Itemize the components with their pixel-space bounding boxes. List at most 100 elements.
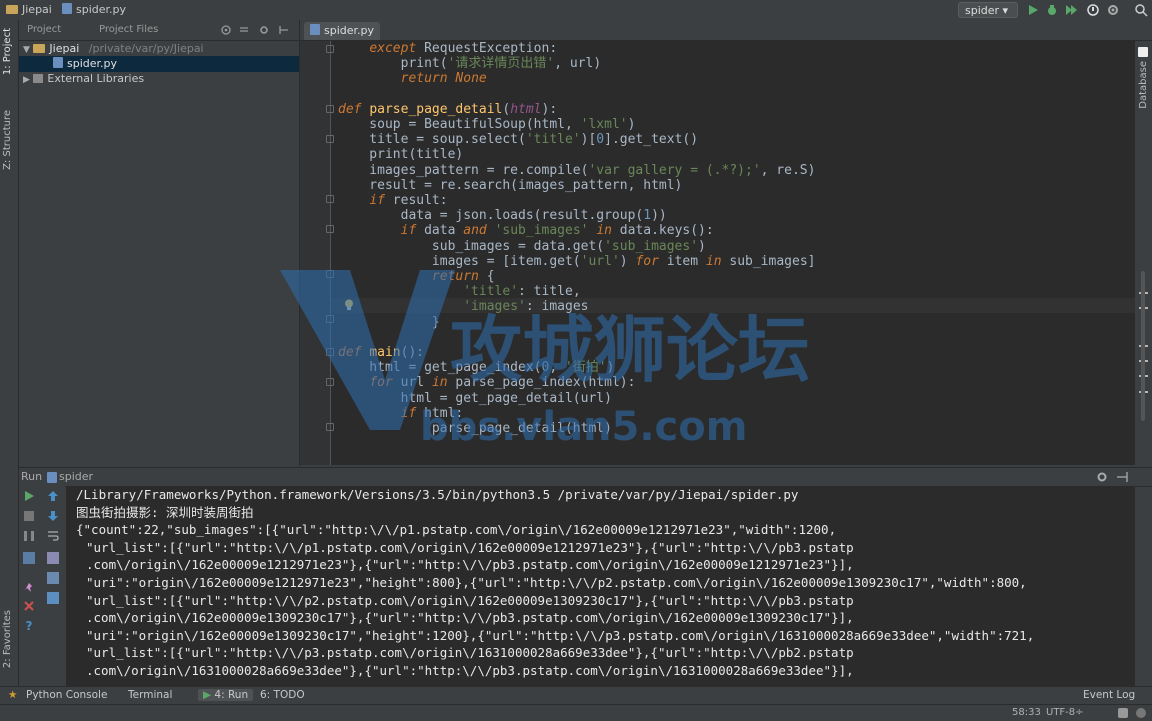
tab-project[interactable]: Project bbox=[27, 24, 61, 35]
caret-position[interactable]: 58:33 bbox=[1012, 707, 1041, 718]
tab-project-files[interactable]: Project Files bbox=[99, 24, 158, 35]
scroll-down-icon[interactable] bbox=[47, 510, 59, 522]
run-icon[interactable] bbox=[1026, 3, 1040, 17]
breadcrumb-project-label: Jiepai bbox=[22, 3, 52, 16]
fold-marker-icon[interactable] bbox=[326, 348, 334, 356]
rerun-icon[interactable] bbox=[23, 490, 35, 502]
lock-icon[interactable] bbox=[1118, 708, 1128, 718]
run-configuration-select[interactable]: spider ▾ bbox=[958, 2, 1018, 18]
code-line[interactable]: images = [item.get('url') for item in su… bbox=[338, 254, 816, 269]
code-line[interactable]: 'title': title, bbox=[338, 284, 580, 299]
code-line[interactable]: title = soup.select('title')[0].get_text… bbox=[338, 132, 698, 147]
code-line[interactable]: print(title) bbox=[338, 147, 463, 162]
code-line[interactable]: except RequestException: bbox=[338, 41, 557, 56]
pin-icon[interactable] bbox=[23, 582, 35, 594]
fold-marker-icon[interactable] bbox=[326, 378, 334, 386]
hide-panel-icon[interactable] bbox=[279, 25, 289, 35]
tree-item-project-root[interactable]: ▼ Jiepai /private/var/py/Jiepai bbox=[19, 41, 299, 57]
code-line[interactable]: if result: bbox=[338, 193, 447, 208]
console-line: .com\/origin\/162e00009e1212971e23"},{"u… bbox=[86, 557, 854, 573]
code-line[interactable]: return { bbox=[338, 269, 495, 284]
code-line[interactable]: def parse_page_detail(html): bbox=[338, 102, 557, 117]
code-line[interactable]: return None bbox=[338, 71, 487, 86]
code-line[interactable]: 'images': images bbox=[338, 299, 588, 314]
breadcrumb-file[interactable]: spider.py bbox=[62, 3, 126, 16]
file-encoding[interactable]: UTF-8÷ bbox=[1046, 707, 1084, 718]
collapse-all-icon[interactable] bbox=[239, 25, 249, 35]
database-tool-button[interactable]: Database bbox=[1138, 61, 1149, 109]
code-line[interactable]: images_pattern = re.compile('var gallery… bbox=[338, 163, 815, 178]
layout-icon[interactable] bbox=[23, 552, 35, 564]
soft-wrap-icon[interactable] bbox=[47, 530, 59, 542]
stop-icon[interactable] bbox=[24, 511, 34, 521]
terminal-button[interactable]: Terminal bbox=[128, 689, 172, 701]
favorites-tool-button[interactable]: 2: Favorites bbox=[2, 610, 13, 668]
help-icon[interactable]: ? bbox=[23, 620, 35, 632]
tree-item-external-libraries[interactable]: ▶ External Libraries bbox=[19, 71, 299, 87]
event-log-button[interactable]: Event Log bbox=[1083, 689, 1135, 701]
fold-marker-icon[interactable] bbox=[326, 423, 334, 431]
structure-tool-button[interactable]: Z: Structure bbox=[2, 110, 13, 170]
fold-marker-icon[interactable] bbox=[326, 225, 334, 233]
python-file-icon bbox=[62, 3, 72, 14]
hide-panel-icon[interactable] bbox=[1116, 471, 1128, 483]
fold-marker-icon[interactable] bbox=[326, 105, 334, 113]
gear-icon[interactable] bbox=[1096, 471, 1108, 483]
code-line[interactable]: html = get_page_detail(url) bbox=[338, 391, 612, 406]
code-editor[interactable]: except RequestException: print('请求详情页出错'… bbox=[300, 41, 1135, 465]
run-tool-button[interactable]: ▶ 4: Run bbox=[198, 689, 254, 701]
code-line[interactable]: print('请求详情页出错', url) bbox=[338, 56, 602, 71]
breadcrumb-project[interactable]: Jiepai bbox=[6, 3, 52, 16]
tree-root-name: Jiepai bbox=[49, 42, 80, 55]
run-panel-header: Run spider bbox=[19, 467, 1152, 487]
coverage-icon[interactable] bbox=[1064, 3, 1078, 17]
code-line[interactable]: parse_page_detail(html) bbox=[338, 421, 612, 436]
code-line[interactable]: soup = BeautifulSoup(html, 'lxml') bbox=[338, 117, 635, 132]
editor-tab-spider[interactable]: spider.py × bbox=[304, 22, 380, 55]
code-line[interactable]: sub_images = data.get('sub_images') bbox=[338, 239, 706, 254]
fold-marker-icon[interactable] bbox=[326, 45, 334, 53]
code-line[interactable]: for url in parse_page_index(html): bbox=[338, 375, 635, 390]
code-line[interactable]: if html: bbox=[338, 406, 464, 421]
todo-label: 6: TODO bbox=[260, 689, 305, 701]
fold-marker-icon[interactable] bbox=[326, 135, 334, 143]
code-line[interactable]: if data and 'sub_images' in data.keys(): bbox=[338, 223, 714, 238]
project-panel-tabs: Project Project Files bbox=[19, 20, 299, 41]
console-line: .com\/origin\/162e00009e1309230c17"},{"u… bbox=[86, 610, 854, 626]
editor-tab-label: spider.py bbox=[324, 24, 375, 37]
search-everywhere-icon[interactable] bbox=[1134, 3, 1148, 17]
python-console-label: Python Console bbox=[26, 689, 108, 701]
code-line[interactable]: html = get_page_index(0, '街拍') bbox=[338, 360, 614, 375]
tree-item-spider-file[interactable]: spider.py bbox=[19, 56, 299, 72]
scroll-up-icon[interactable] bbox=[47, 490, 59, 502]
fold-marker-icon[interactable] bbox=[326, 315, 334, 323]
settings-icon[interactable] bbox=[1106, 3, 1120, 17]
expand-arrow-icon[interactable]: ▼ bbox=[23, 45, 30, 55]
profile-icon[interactable] bbox=[1086, 3, 1100, 17]
hector-icon[interactable] bbox=[1136, 708, 1146, 718]
gear-icon[interactable] bbox=[259, 25, 269, 35]
code-line[interactable]: } bbox=[338, 315, 440, 330]
python-console-button[interactable]: Python Console bbox=[26, 689, 107, 701]
code-line[interactable]: def main(): bbox=[338, 345, 424, 360]
todo-button[interactable]: 6: TODO bbox=[260, 689, 305, 701]
pause-icon[interactable] bbox=[24, 531, 34, 541]
project-tool-button[interactable]: 1: Project bbox=[2, 28, 13, 75]
close-icon[interactable] bbox=[23, 600, 35, 612]
debug-icon[interactable] bbox=[1045, 3, 1059, 17]
run-console-output[interactable]: /Library/Frameworks/Python.framework/Ver… bbox=[66, 486, 1135, 686]
editor-scrollbar[interactable] bbox=[1141, 271, 1145, 421]
scroll-from-source-icon[interactable] bbox=[221, 25, 231, 35]
inspection-status-icon[interactable] bbox=[1138, 47, 1148, 57]
editor-tab-bar: spider.py × bbox=[300, 20, 1152, 55]
trash-icon[interactable] bbox=[47, 592, 59, 604]
fold-marker-icon[interactable] bbox=[326, 270, 334, 278]
project-panel: Project Project Files ▼ Jiepai /private/… bbox=[19, 20, 300, 466]
expand-arrow-icon[interactable]: ▶ bbox=[23, 75, 30, 85]
code-line[interactable]: data = json.loads(result.group(1)) bbox=[338, 208, 667, 223]
fold-marker-icon[interactable] bbox=[326, 195, 334, 203]
code-line[interactable]: result = re.search(images_pattern, html) bbox=[338, 178, 682, 193]
clear-all-icon[interactable] bbox=[47, 572, 59, 584]
console-line: 图虫街拍摄影: 深圳时装周街拍 bbox=[76, 504, 254, 520]
print-icon[interactable] bbox=[47, 552, 59, 564]
